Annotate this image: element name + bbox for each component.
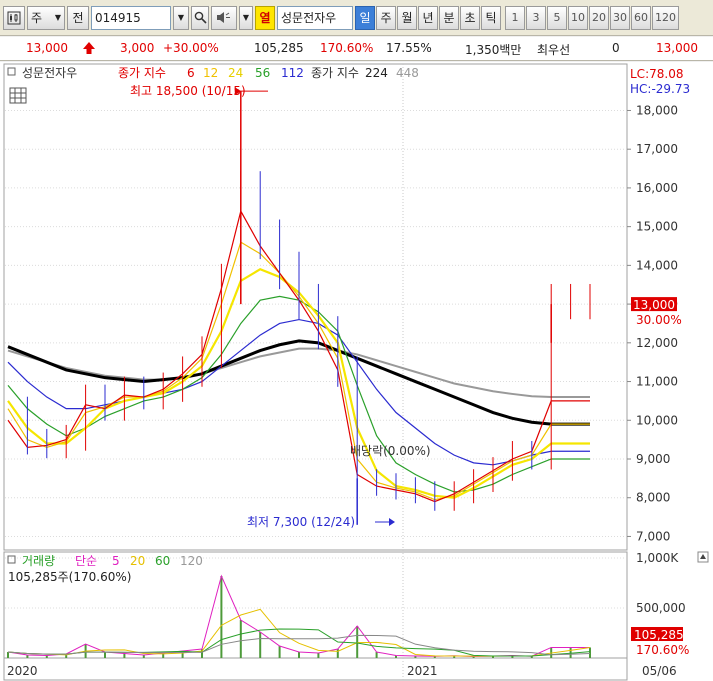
legend-price-label-2: 종가 지수 xyxy=(311,66,359,80)
quote-bar: 13,000 3,000 +30.00% 105,285 170.60% 17.… xyxy=(0,37,713,61)
x-label-2020: 2020 xyxy=(7,664,38,678)
interval-button-3[interactable]: 10 xyxy=(568,5,588,30)
vol-legend-5: 5 xyxy=(112,554,120,568)
lc-value: LC:78.08 xyxy=(630,67,683,81)
legend-ma112: 112 xyxy=(281,66,304,80)
x-axis-frame xyxy=(3,657,628,681)
vol-legend-20: 20 xyxy=(130,554,145,568)
stock-name-field: 성문전자우 xyxy=(277,5,353,30)
up-arrow-icon xyxy=(82,41,96,58)
price-tick-label: 7,000 xyxy=(636,529,670,543)
sound-button[interactable] xyxy=(211,5,237,30)
interval-buttons: 1 3 5 10 20 30 60 120 xyxy=(505,5,679,30)
stock-name-value: 성문전자우 xyxy=(281,11,337,25)
legend-ma56: 56 xyxy=(255,66,270,80)
volume-ratio: 170.60% xyxy=(320,41,374,55)
interval-button-4[interactable]: 20 xyxy=(589,5,609,30)
price-panel-frame xyxy=(3,63,628,551)
market-select[interactable]: 주 ▼ xyxy=(27,5,65,30)
volume-panel-frame xyxy=(3,551,628,659)
period-tab-3[interactable]: 년 xyxy=(418,5,438,30)
volume-right-pct: 170.60% xyxy=(636,643,689,657)
best-bid-label: 최우선 xyxy=(537,43,571,57)
speaker-icon xyxy=(217,12,230,23)
interval-button-1[interactable]: 3 xyxy=(526,5,546,30)
interval-button-7[interactable]: 120 xyxy=(652,5,679,30)
price-change-pct: +30.00% xyxy=(163,41,219,55)
volume-right-value: 105,285 xyxy=(634,628,684,642)
current-price: 13,000 xyxy=(26,41,68,55)
price-tick-label: 15,000 xyxy=(636,220,678,234)
market-select-label: 주 xyxy=(31,11,43,25)
period-tab-6[interactable]: 틱 xyxy=(481,5,501,30)
price-tick-label: 17,000 xyxy=(636,142,678,156)
legend-ma448: 448 xyxy=(396,66,419,80)
volume-legend-title: 거래량 xyxy=(22,554,55,568)
interval-button-6[interactable]: 60 xyxy=(631,5,651,30)
hc-value: HC:-29.73 xyxy=(630,82,690,96)
period-tab-2[interactable]: 월 xyxy=(397,5,417,30)
price-change: 3,000 xyxy=(120,41,155,55)
current-volume-label: 105,285주(170.60%) xyxy=(8,570,131,584)
stock-chart-window: 주 ▼ 전 014915 ▼ ▼ 열 성문전자우 일주월년분초틱 1 3 5 10 20… xyxy=(0,0,713,681)
sound-dropdown-button[interactable]: ▼ xyxy=(239,5,253,30)
price-tick-label: 12,000 xyxy=(636,336,678,350)
price-tick-label: 14,000 xyxy=(636,258,678,272)
legend-title: 성문전자우 xyxy=(22,66,77,80)
price-tick-label: 16,000 xyxy=(636,181,678,195)
legend-ma6: 6 xyxy=(187,66,195,80)
turnover-value: 17.55% xyxy=(386,41,432,55)
x-date-label: 05/06 xyxy=(642,664,677,678)
vol-legend-60: 60 xyxy=(155,554,170,568)
legend-ma24: 24 xyxy=(228,66,243,80)
period-tabs: 일주월년분초틱 xyxy=(355,5,501,30)
table-icon[interactable] xyxy=(9,87,27,104)
period-tab-5[interactable]: 초 xyxy=(460,5,480,30)
best-bid-qty: 0 xyxy=(612,41,620,55)
trade-amount: 1,350백만 xyxy=(465,43,522,57)
volume-value: 105,285 xyxy=(254,41,304,55)
period-tab-1[interactable]: 주 xyxy=(376,5,396,30)
interval-button-5[interactable]: 30 xyxy=(610,5,630,30)
search-button[interactable] xyxy=(191,5,209,30)
code-dropdown-button[interactable]: ▼ xyxy=(173,5,189,30)
current-pct-label: 30.00% xyxy=(636,313,682,327)
stock-code-value: 014915 xyxy=(95,10,141,25)
watchlist-flag[interactable]: 열 xyxy=(255,5,275,30)
x-label-2021: 2021 xyxy=(407,664,438,678)
price-volume-chart[interactable]: 7,000 8,000 9,000 10,000 11,000 12,000 13,000 1… xyxy=(0,62,713,681)
interval-button-2[interactable]: 5 xyxy=(547,5,567,30)
chevron-down-icon: ▼ xyxy=(54,13,61,22)
price-tick-label: 9,000 xyxy=(636,452,670,466)
search-icon xyxy=(194,11,207,24)
volume-tick-label: 1,000K xyxy=(636,551,679,565)
legend-ma224: 224 xyxy=(365,66,388,80)
price-tick-label: 11,000 xyxy=(636,375,678,389)
chevron-down-icon: ▼ xyxy=(177,13,185,22)
interval-button-0[interactable]: 1 xyxy=(505,5,525,30)
stock-code-input[interactable]: 014915 xyxy=(91,5,171,30)
price-tick-label: 18,000 xyxy=(636,103,678,117)
volume-y-axis: 500,000 1,000K xyxy=(636,551,686,615)
legend-ma12: 12 xyxy=(203,66,218,80)
best-bid-price: 13,000 xyxy=(656,41,698,55)
chart-area[interactable]: 7,000 8,000 9,000 10,000 11,000 12,000 13,000 1… xyxy=(0,62,713,681)
toolbar: 주 ▼ 전 014915 ▼ ▼ 열 성문전자우 일주월년분초틱 1 3 5 10 20… xyxy=(0,0,713,36)
legend-price-label: 종가 지수 xyxy=(118,66,166,80)
period-tab-0[interactable]: 일 xyxy=(355,5,375,30)
dividend-label: 배당락(0.00%) xyxy=(350,444,431,458)
low-label: 최저 7,300 (12/24) xyxy=(247,515,355,529)
high-label: 최고 18,500 (10/15) xyxy=(130,84,246,98)
chart-type-icon[interactable] xyxy=(3,5,25,30)
volume-tick-label: 500,000 xyxy=(636,601,686,615)
chevron-down-icon: ▼ xyxy=(242,13,250,22)
current-price-label: 13,000 xyxy=(633,298,675,312)
vol-legend-120: 120 xyxy=(180,554,203,568)
prev-button[interactable]: 전 xyxy=(67,5,89,30)
price-tick-label: 8,000 xyxy=(636,491,670,505)
price-tick-label: 10,000 xyxy=(636,413,678,427)
volume-legend-label: 단순 xyxy=(75,554,97,568)
period-tab-4[interactable]: 분 xyxy=(439,5,459,30)
